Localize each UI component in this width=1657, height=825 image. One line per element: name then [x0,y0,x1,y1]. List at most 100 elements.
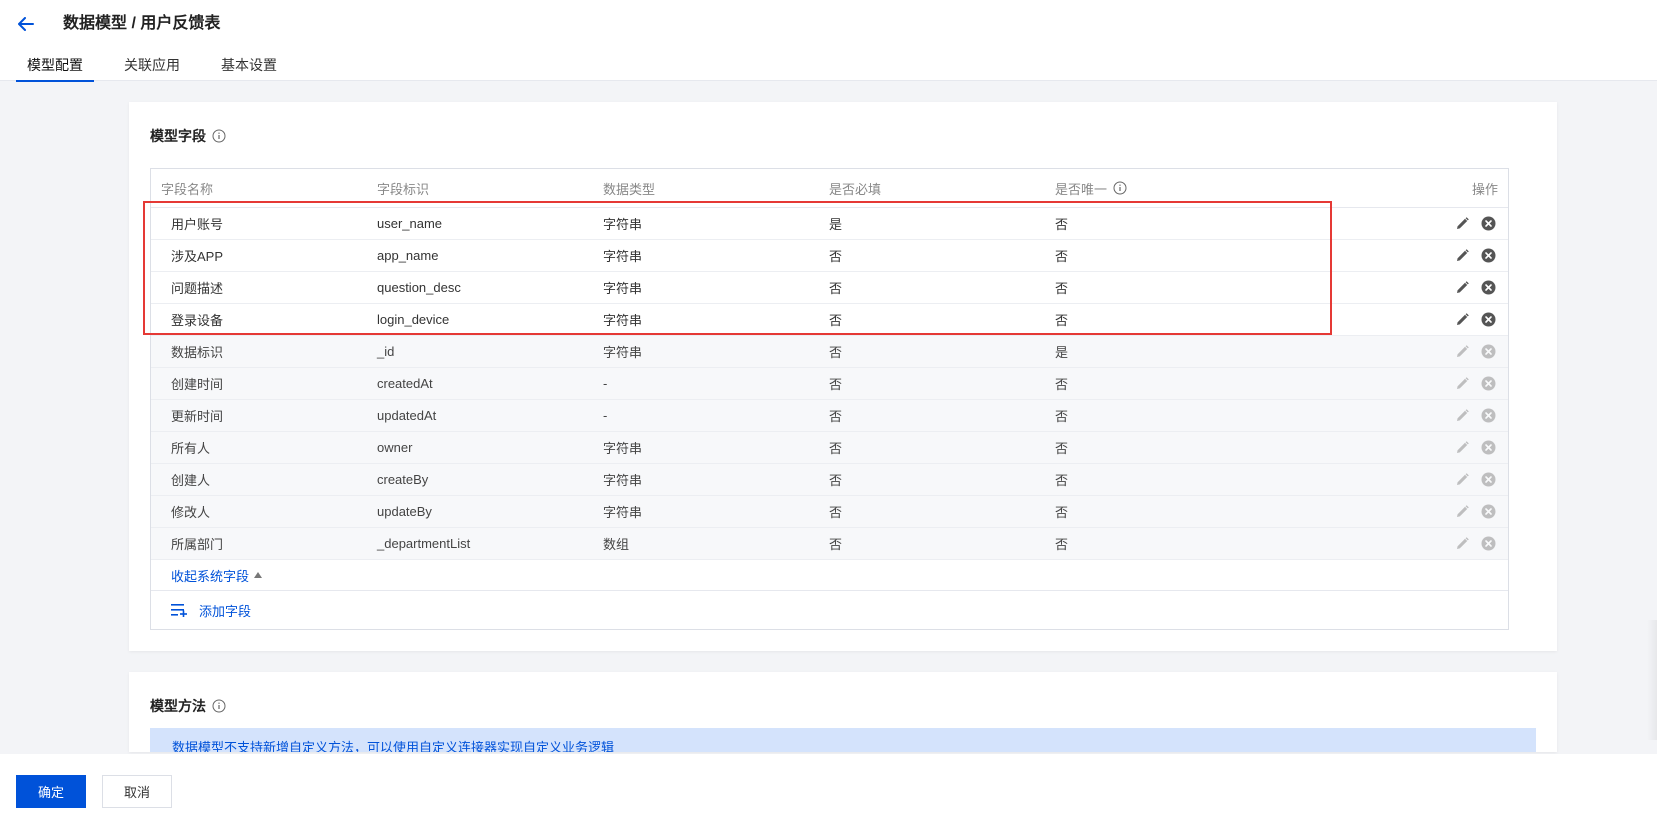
delete-icon[interactable] [1480,216,1496,232]
tab-model-config[interactable]: 模型配置 [16,52,94,82]
field-name-cell: 创建时间 [171,377,224,392]
model-fields-card: 模型字段 字段名称 字段标识 数据类型 是否必填 是否唯一 操作 用户账号 use… [129,102,1557,651]
field-unique-cell: 否 [1055,313,1069,328]
collapse-row: 收起系统字段 [151,560,1508,591]
footer-bar: 确定 取消 [0,754,1657,825]
row-actions [1415,472,1508,488]
table-header: 字段名称 字段标识 数据类型 是否必填 是否唯一 操作 [151,169,1508,208]
field-unique-cell: 否 [1055,537,1069,552]
delete-icon [1480,408,1496,424]
back-arrow-icon[interactable] [14,12,38,36]
field-key-cell: createdAt [377,376,433,391]
field-unique-cell: 否 [1055,217,1069,232]
column-header-unique-text: 是否唯一 [1055,181,1108,197]
field-name-cell: 修改人 [171,505,211,520]
edit-icon[interactable] [1454,312,1470,328]
delete-icon [1480,536,1496,552]
add-list-icon [171,604,187,617]
field-required-cell: 否 [829,313,843,328]
scroll-edge-shadow [1647,620,1657,740]
table-row: 所有人 owner 字符串 否 否 [151,432,1508,464]
delete-icon[interactable] [1480,312,1496,328]
field-type-cell: 字符串 [603,345,643,360]
field-unique-cell: 否 [1055,377,1069,392]
edit-icon[interactable] [1454,216,1470,232]
edit-icon [1454,408,1470,424]
field-type-cell: 字符串 [603,217,643,232]
field-type-cell: 字符串 [603,505,643,520]
row-actions [1415,536,1508,552]
table-row: 所属部门 _departmentList 数组 否 否 [151,528,1508,560]
edit-icon [1454,504,1470,520]
column-header-required: 是否必填 [829,181,882,197]
info-icon[interactable] [212,129,226,143]
edit-icon [1454,344,1470,360]
field-required-cell: 否 [829,473,843,488]
field-type-cell: 字符串 [603,441,643,456]
delete-icon [1480,504,1496,520]
edit-icon[interactable] [1454,280,1470,296]
field-type-cell: 字符串 [603,313,643,328]
table-row: 创建人 createBy 字符串 否 否 [151,464,1508,496]
row-actions [1415,280,1508,296]
page-title: 数据模型 / 用户反馈表 [63,15,221,32]
field-key-cell: updateBy [377,504,432,519]
field-required-cell: 否 [829,441,843,456]
add-field-row: 添加字段 [151,591,1508,629]
field-key-cell: app_name [377,248,439,263]
edit-icon[interactable] [1454,248,1470,264]
tab-basic-settings[interactable]: 基本设置 [210,52,288,81]
delete-icon[interactable] [1480,248,1496,264]
table-row: 数据标识 _id 字符串 否 是 [151,336,1508,368]
field-required-cell: 是 [829,217,843,232]
confirm-button[interactable]: 确定 [16,775,86,808]
methods-notice: 数据模型不支持新增自定义方法，可以使用自定义连接器实现自定义业务逻辑 [150,728,1536,752]
model-fields-title: 模型字段 [150,126,226,146]
collapse-label: 收起系统字段 [171,568,250,584]
field-name-cell: 创建人 [171,473,211,488]
field-name-cell: 问题描述 [171,281,224,296]
table-row: 登录设备 login_device 字符串 否 否 [151,304,1508,336]
field-key-cell: user_name [377,216,443,231]
field-key-cell: question_desc [377,280,461,295]
cancel-button[interactable]: 取消 [102,775,172,808]
add-field-label: 添加字段 [199,603,252,619]
model-methods-title: 模型方法 [150,696,226,716]
row-actions [1415,504,1508,520]
info-icon[interactable] [212,699,226,713]
field-type-cell: - [603,408,608,423]
field-required-cell: 否 [829,281,843,296]
delete-icon [1480,472,1496,488]
delete-icon[interactable] [1480,280,1496,296]
edit-icon [1454,472,1470,488]
field-type-cell: 字符串 [603,249,643,264]
field-unique-cell: 否 [1055,441,1069,456]
row-actions [1415,440,1508,456]
field-unique-cell: 否 [1055,505,1069,520]
add-field-button[interactable]: 添加字段 [171,601,251,620]
field-key-cell: owner [377,440,413,455]
table-row: 修改人 updateBy 字符串 否 否 [151,496,1508,528]
field-name-cell: 登录设备 [171,313,224,328]
table-body: 用户账号 user_name 字符串是否涉及APP app_name 字符串否否问题描述… [151,208,1508,560]
field-name-cell: 用户账号 [171,217,224,232]
edit-icon [1454,536,1470,552]
field-type-cell: 字符串 [603,473,643,488]
info-icon[interactable] [1113,181,1127,195]
field-required-cell: 否 [829,249,843,264]
model-fields-title-text: 模型字段 [150,128,206,144]
field-type-cell: - [603,376,608,391]
field-name-cell: 所属部门 [171,537,224,552]
field-unique-cell: 否 [1055,409,1069,424]
model-methods-card: 模型方法 数据模型不支持新增自定义方法，可以使用自定义连接器实现自定义业务逻辑 [129,672,1557,752]
tab-related-apps[interactable]: 关联应用 [113,52,191,81]
column-header-type: 数据类型 [603,181,656,197]
collapse-system-fields-link[interactable]: 收起系统字段 [171,566,263,585]
field-key-cell: createBy [377,472,429,487]
field-type-cell: 字符串 [603,281,643,296]
top-bar: 数据模型 / 用户反馈表 模型配置 关联应用 基本设置 [0,0,1657,82]
delete-icon [1480,376,1496,392]
field-unique-cell: 否 [1055,249,1069,264]
table-row: 更新时间 updatedAt - 否 否 [151,400,1508,432]
delete-icon [1480,440,1496,456]
